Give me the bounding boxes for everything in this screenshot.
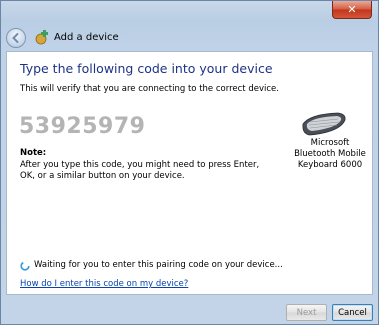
note-label: Note:	[20, 148, 47, 158]
next-button[interactable]: Next	[286, 304, 327, 321]
content-panel: Type the following code into your device…	[6, 51, 373, 295]
status-text: Waiting for you to enter this pairing co…	[34, 260, 283, 270]
cancel-button[interactable]: Cancel	[332, 304, 373, 321]
keyboard-device-icon	[302, 112, 346, 136]
close-icon: ✕	[347, 3, 357, 16]
back-arrow-icon	[12, 33, 19, 43]
busy-spinner-icon	[20, 261, 30, 271]
add-device-window: ✕ Add a device Type the following code i…	[0, 0, 379, 325]
add-device-icon	[35, 30, 48, 45]
note-text: After you type this code, you might need…	[20, 160, 260, 181]
pairing-code: 53925979	[19, 114, 146, 139]
help-link[interactable]: How do I enter this code on my device?	[20, 279, 188, 289]
page-subtitle: This will verify that you are connecting…	[20, 84, 279, 94]
device-name: Microsoft Bluetooth Mobile Keyboard 6000	[294, 138, 366, 170]
page-heading: Type the following code into your device	[20, 61, 273, 76]
close-button[interactable]: ✕	[332, 1, 372, 19]
back-button[interactable]	[6, 28, 26, 48]
window-title: Add a device	[54, 32, 119, 43]
